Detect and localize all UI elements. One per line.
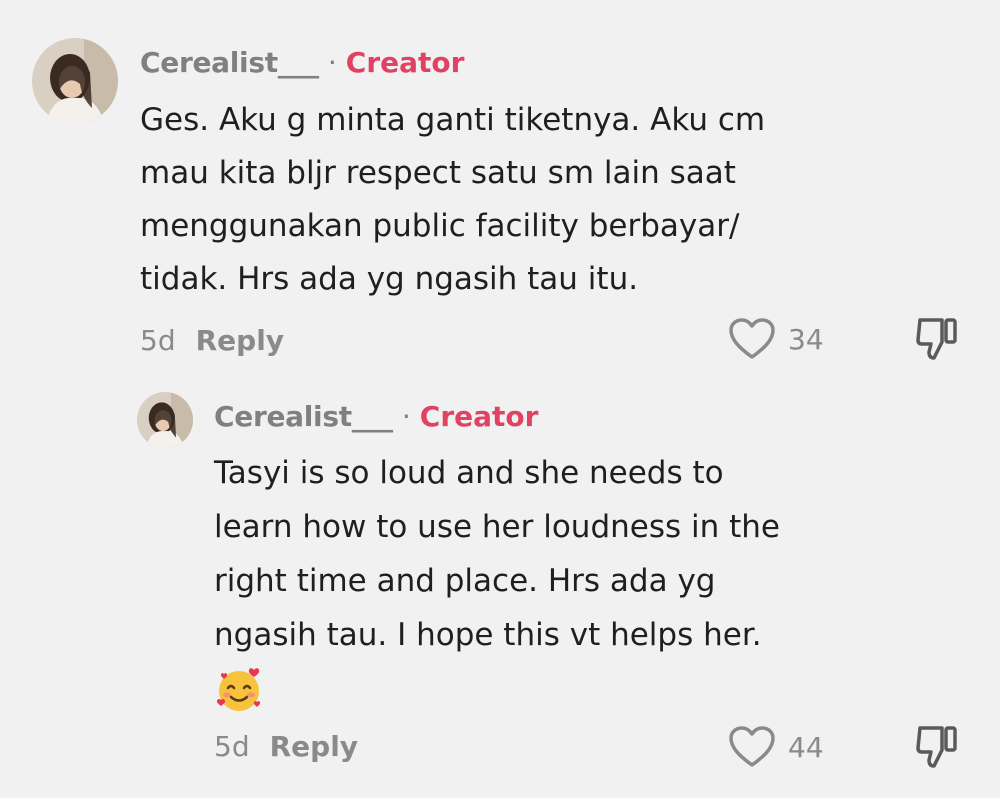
separator-dot: · xyxy=(401,399,411,433)
comment-meta: 5d Reply xyxy=(140,320,284,360)
avatar[interactable] xyxy=(137,392,193,448)
comment-header: Cerealist___ · Creator xyxy=(140,44,464,80)
like-button[interactable]: 34 xyxy=(728,316,824,362)
creator-badge: Creator xyxy=(345,45,465,79)
creator-badge: Creator xyxy=(419,399,539,433)
reply-button[interactable]: Reply xyxy=(196,324,284,357)
comment-1: Cerealist___ · Creator Ges. Aku g minta … xyxy=(0,0,1000,380)
comment-text-line: mau kita bljr respect satu sm lain saat xyxy=(140,155,736,191)
comment-text-line: ngasih tau. I hope this vt helps her. xyxy=(214,617,762,653)
comment-text: Tasyi is so loud and she needs to learn … xyxy=(214,446,780,662)
comment-text-line: learn how to use her loudness in the xyxy=(214,509,780,545)
heart-icon xyxy=(729,318,775,359)
avatar-image xyxy=(137,392,193,448)
thumbs-down-icon xyxy=(916,726,957,768)
comment-header: Cerealist___ · Creator xyxy=(214,398,538,434)
comment-text-line: tidak. Hrs ada yg ngasih tau itu. xyxy=(140,261,639,297)
comment-text-line: Tasyi is so loud and she needs to xyxy=(214,455,724,491)
avatar-image xyxy=(32,38,118,124)
comment-text-line: Ges. Aku g minta ganti tiketnya. Aku cm xyxy=(140,102,766,138)
reply-button[interactable]: Reply xyxy=(270,730,358,763)
thumbs-down-icon xyxy=(916,318,957,360)
timestamp: 5d xyxy=(140,323,176,357)
heart-icon xyxy=(729,726,775,767)
like-count: 34 xyxy=(788,322,824,356)
separator-dot: · xyxy=(327,45,337,79)
timestamp: 5d xyxy=(214,729,250,763)
comment-2-reply: Cerealist___ · Creator Tasyi is so loud … xyxy=(0,380,1000,798)
like-button[interactable]: 44 xyxy=(728,724,824,770)
username[interactable]: Cerealist___ xyxy=(214,400,393,433)
comment-text: Ges. Aku g minta ganti tiketnya. Aku cm … xyxy=(140,94,765,306)
like-count: 44 xyxy=(788,730,824,764)
dislike-button[interactable] xyxy=(914,316,960,362)
comment-text-line: right time and place. Hrs ada yg xyxy=(214,563,716,599)
username[interactable]: Cerealist___ xyxy=(140,46,319,79)
dislike-button[interactable] xyxy=(914,724,960,770)
smiling-face-with-hearts-icon xyxy=(214,664,264,714)
comment-text-line: menggunakan public facility berbayar/ xyxy=(140,208,740,244)
comment-meta: 5d Reply xyxy=(214,726,358,766)
avatar[interactable] xyxy=(32,38,118,124)
